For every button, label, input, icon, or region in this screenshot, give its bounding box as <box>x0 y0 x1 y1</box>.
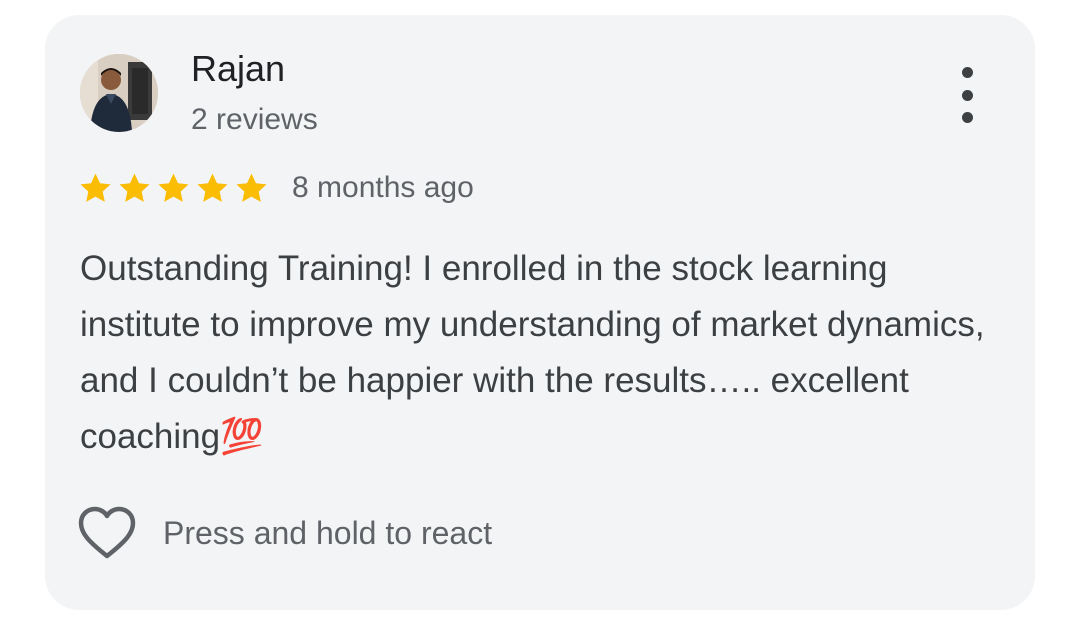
star-icon <box>197 173 228 202</box>
star-icon <box>158 173 189 202</box>
menu-dot <box>961 67 973 78</box>
author-name[interactable]: Rajan <box>191 47 285 91</box>
star-icon <box>236 173 267 202</box>
star-icon <box>119 173 150 202</box>
review-time: 8 months ago <box>292 171 474 204</box>
review-text: Outstanding Training! I enrolled in the … <box>80 249 985 456</box>
review-count: 2 reviews <box>191 103 318 136</box>
star-icon <box>80 173 111 202</box>
react-row[interactable]: Press and hold to react <box>78 505 492 561</box>
heart-outline-icon[interactable] <box>78 505 136 561</box>
star-rating <box>78 171 269 206</box>
menu-dot <box>961 89 973 101</box>
menu-dot <box>961 112 973 123</box>
avatar[interactable] <box>80 54 158 132</box>
rating-row: 8 months ago <box>78 168 474 208</box>
react-label: Press and hold to react <box>163 515 493 551</box>
review-card: Rajan 2 reviews 8 months ago Outstanding… <box>45 15 1035 610</box>
more-vert-icon[interactable] <box>951 67 983 123</box>
